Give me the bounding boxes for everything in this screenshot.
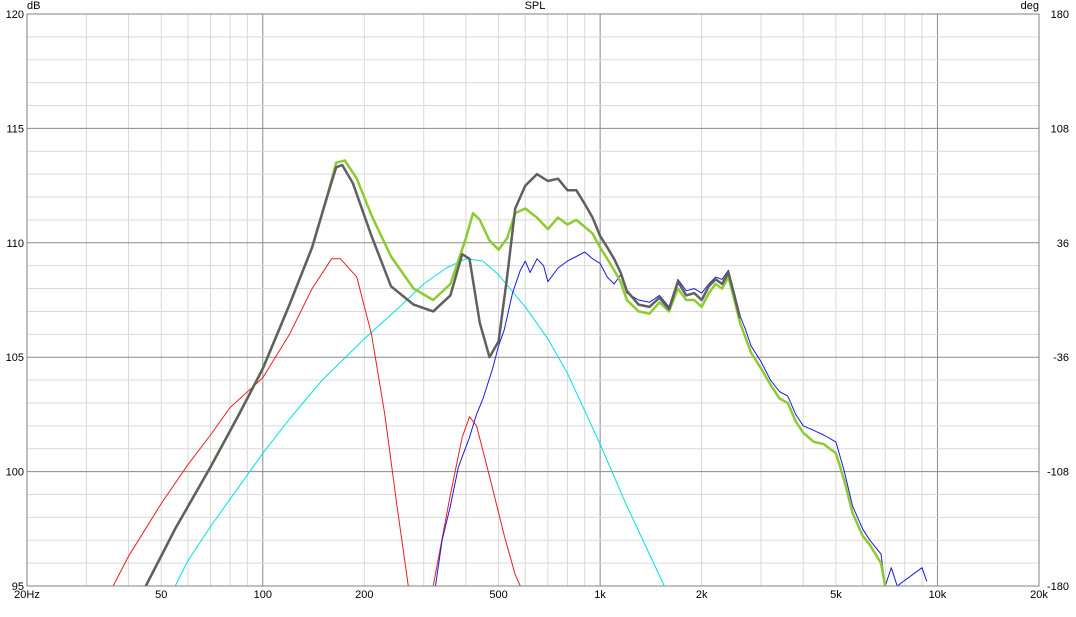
x-tick-label: 2k [696, 589, 708, 601]
y2-tick-label: -180 [1047, 581, 1069, 593]
y-tick-label: 95 [12, 581, 24, 593]
y-axis-unit-left: dB [27, 0, 40, 12]
y-tick-label: 110 [6, 238, 24, 250]
x-tick-label: 50 [155, 589, 167, 601]
x-tick-label: 1k [594, 589, 606, 601]
y-axis-unit-right: deg [1021, 0, 1039, 12]
x-tick-label: 10k [929, 589, 947, 601]
y2-tick-label: -36 [1053, 352, 1069, 364]
x-tick-label: 20k [1030, 589, 1048, 601]
y-tick-label: 105 [6, 352, 24, 364]
spl-chart: 20Hz 50 100 200 500 1k 2k 5k 10k 20k9510010511011… [0, 0, 1076, 617]
y-tick-label: 120 [6, 9, 24, 21]
x-tick-label: 5k [830, 589, 842, 601]
x-tick-label: 100 [254, 589, 272, 601]
chart-title: SPL [525, 0, 546, 12]
y-tick-label: 100 [6, 467, 24, 479]
y2-tick-label: 180 [1051, 9, 1069, 21]
x-tick-label: 500 [489, 589, 507, 601]
y2-tick-label: 108 [1051, 123, 1069, 135]
y2-tick-label: -108 [1047, 467, 1069, 479]
y2-tick-label: 36 [1057, 238, 1069, 250]
x-tick-label: 200 [355, 589, 373, 601]
y-tick-label: 115 [6, 123, 24, 135]
